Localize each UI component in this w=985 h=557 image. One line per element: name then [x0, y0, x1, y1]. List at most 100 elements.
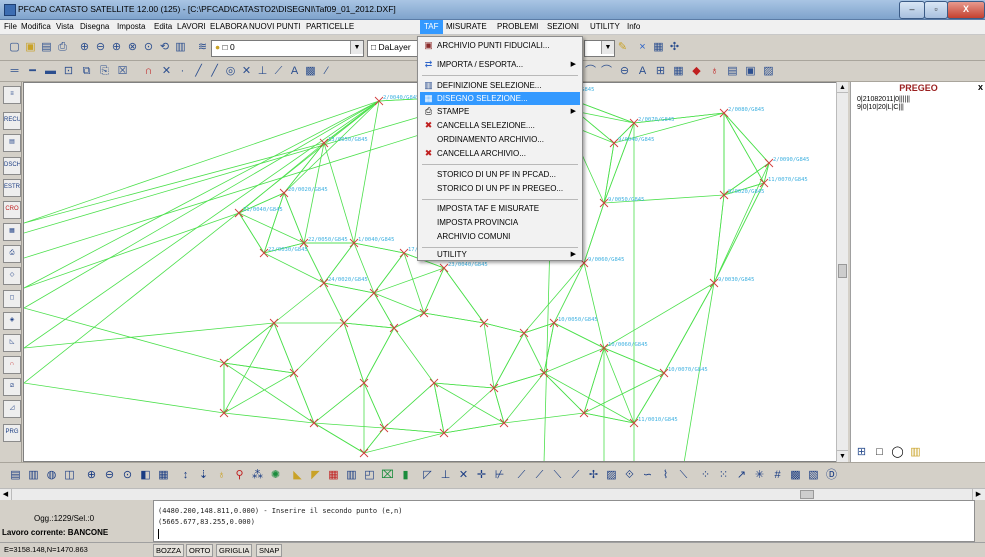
hscroll-thumb[interactable] [800, 490, 814, 499]
pregeo-square-icon[interactable]: □ [872, 445, 887, 460]
zoom-previous-icon[interactable]: ⊙ [142, 41, 155, 54]
arc-icon[interactable]: ⁄ [320, 65, 333, 78]
cross-icon[interactable]: ✕ [160, 65, 173, 78]
diagonal-icon[interactable]: ⧄ [3, 378, 21, 396]
corner-icon[interactable]: ◿ [3, 400, 21, 418]
hatch-icon[interactable]: ▩ [304, 65, 317, 78]
table-icon[interactable]: ▦ [3, 223, 21, 241]
ruler-tool-icon[interactable]: ⊥ [438, 468, 453, 483]
cross-tool-icon[interactable]: ✕ [456, 468, 471, 483]
photo-icon[interactable]: ▨ [762, 65, 775, 78]
snap-toggle[interactable]: SNAP [256, 544, 283, 557]
menu-item-imposta-taf[interactable]: IMPOSTA TAF E MISURATE [420, 202, 580, 215]
block-icon[interactable]: ▬ [44, 65, 57, 78]
menu-taf[interactable]: TAF [420, 20, 443, 34]
marker-icon[interactable]: ◆ [690, 65, 703, 78]
layout-icon[interactable]: ▤ [726, 65, 739, 78]
copy-icon[interactable]: ⧉ [80, 65, 93, 78]
fill-icon[interactable]: ▮ [398, 468, 413, 483]
menu-item-utility[interactable]: UTILITY ▶ [420, 248, 580, 261]
square-icon[interactable]: ◻ [3, 290, 21, 308]
split-tool-icon[interactable]: ⊬ [492, 468, 507, 483]
chevron-down-icon[interactable]: ▼ [601, 41, 614, 54]
map-icon[interactable]: ▦ [326, 468, 341, 483]
perpendicular-icon[interactable]: ⊥ [256, 65, 269, 78]
scroll-up-icon[interactable]: ▲ [837, 82, 848, 93]
arc2-icon[interactable]: ⌒ [584, 65, 597, 78]
menu-edita[interactable]: Edita [154, 22, 172, 31]
horizontal-scrollbar[interactable]: ◀ ▶ [0, 488, 985, 500]
menu-nuovi-punti[interactable]: NUOVI PUNTI [249, 22, 301, 31]
maximize-button[interactable]: ▫ [924, 1, 948, 19]
menu-item-archivio-punti-fiduciali[interactable]: ▣ ARCHIVIO PUNTI FIDUCIALI... [420, 39, 580, 52]
move-down-icon[interactable]: ⇣ [196, 468, 211, 483]
menu-utility[interactable]: UTILITY [590, 22, 620, 31]
dots-tool-icon[interactable]: ⁘ [698, 468, 713, 483]
grid-icon[interactable]: ▦ [672, 65, 685, 78]
snap-mid-icon[interactable]: ◍ [44, 468, 59, 483]
line2-icon[interactable]: ╱ [208, 65, 221, 78]
snap-center-icon[interactable]: ◫ [62, 468, 77, 483]
coord-input-icon[interactable]: ▤ [8, 468, 23, 483]
polygon-icon[interactable]: ◇ [3, 267, 21, 285]
layer-combo[interactable]: ● □ 0 ▼ [211, 40, 364, 57]
curve-tool-icon[interactable]: ∽ [640, 468, 655, 483]
pattern-tool-icon[interactable]: ▩ [788, 468, 803, 483]
polygon-tool2-icon[interactable]: ◤ [308, 468, 323, 483]
ellipse-icon[interactable]: ⊖ [618, 65, 631, 78]
list-icon[interactable]: ≡ [3, 86, 21, 104]
text-style-icon[interactable]: × [636, 41, 649, 54]
menu-item-imposta-provincia[interactable]: IMPOSTA PROVINCIA [420, 216, 580, 229]
menu-disegna[interactable]: Disegna [80, 22, 109, 31]
intersection-icon[interactable]: ✕ [240, 65, 253, 78]
new-file-icon[interactable]: ▢ [8, 41, 21, 54]
color-combo[interactable]: ▼ [584, 40, 615, 57]
line-icon[interactable]: ╱ [192, 65, 205, 78]
menu-vista[interactable]: Vista [56, 22, 74, 31]
menu-item-cancella-archivio[interactable]: ✖ CANCELLA ARCHIVIO... [420, 147, 580, 160]
texture-tool-icon[interactable]: ▧ [806, 468, 821, 483]
zoom-window-icon[interactable]: ◧ [138, 468, 153, 483]
zoom-all-icon[interactable]: ⊗ [126, 41, 139, 54]
triangle-icon[interactable]: ◺ [3, 334, 21, 352]
vector-tool-icon[interactable]: ⟋ [514, 468, 529, 483]
link-tool-icon[interactable]: ⟐ [622, 468, 637, 483]
asterisk-tool-icon[interactable]: ✳ [752, 468, 767, 483]
menu-item-cancella-selezione[interactable]: ✖ CANCELLA SELEZIONE.... [420, 119, 580, 132]
menu-misurate[interactable]: MISURATE [446, 22, 487, 31]
text-icon[interactable]: A [288, 65, 301, 78]
zoom-out-icon[interactable]: ⊖ [102, 468, 117, 483]
node-tool-icon[interactable]: ✢ [586, 468, 601, 483]
angle-icon[interactable]: ⟋ [272, 65, 285, 78]
arc3-icon[interactable]: ⌒ [600, 65, 613, 78]
grid-tool-icon[interactable]: # [770, 468, 785, 483]
dsch-icon[interactable]: DSCH [3, 157, 21, 175]
estr-icon[interactable]: ESTR [3, 179, 21, 197]
polygon-tool-icon[interactable]: ◣ [290, 468, 305, 483]
menu-item-archivio-comuni[interactable]: ARCHIVIO COMUNI [420, 230, 580, 243]
command-line[interactable]: (4480.200,148.811,0.000) - Inserire il s… [153, 500, 975, 542]
menu-modifica[interactable]: Modifica [21, 22, 51, 31]
pregeo-close-button[interactable]: x [978, 82, 983, 92]
vector2-tool-icon[interactable]: ⟋ [532, 468, 547, 483]
triangle-tool-icon[interactable]: ◸ [420, 468, 435, 483]
dis-tool-icon[interactable]: Ⓓ [824, 468, 839, 483]
orto-toggle[interactable]: ORTO [186, 544, 214, 557]
menu-file[interactable]: File [4, 22, 17, 31]
pregeo-circle-icon[interactable]: ◯ [890, 445, 905, 460]
diagonal-tool-icon[interactable]: ⟍ [676, 468, 691, 483]
group-icon[interactable]: ♁ [708, 65, 721, 78]
chevron-down-icon[interactable]: ▼ [350, 41, 363, 54]
menu-item-stampe[interactable]: ⎙ STAMPE ▶ [420, 105, 580, 118]
vector3-tool-icon[interactable]: ⟍ [550, 468, 565, 483]
menu-elabora[interactable]: ELABORA [210, 22, 248, 31]
cro-icon[interactable]: CRO [3, 201, 21, 219]
point-icon[interactable]: · [176, 65, 189, 78]
network-icon[interactable]: ✺ [268, 468, 283, 483]
blocks-icon[interactable]: ▤ [3, 134, 21, 152]
menu-item-ordinamento-archivio[interactable]: ORDINAMENTO ARCHIVIO... [420, 133, 580, 146]
curve2-tool-icon[interactable]: ⌇ [658, 468, 673, 483]
open-folder-icon[interactable]: ▣ [24, 41, 37, 54]
pin-icon[interactable]: ⚲ [232, 468, 247, 483]
bozza-toggle[interactable]: BOZZA [153, 544, 185, 557]
